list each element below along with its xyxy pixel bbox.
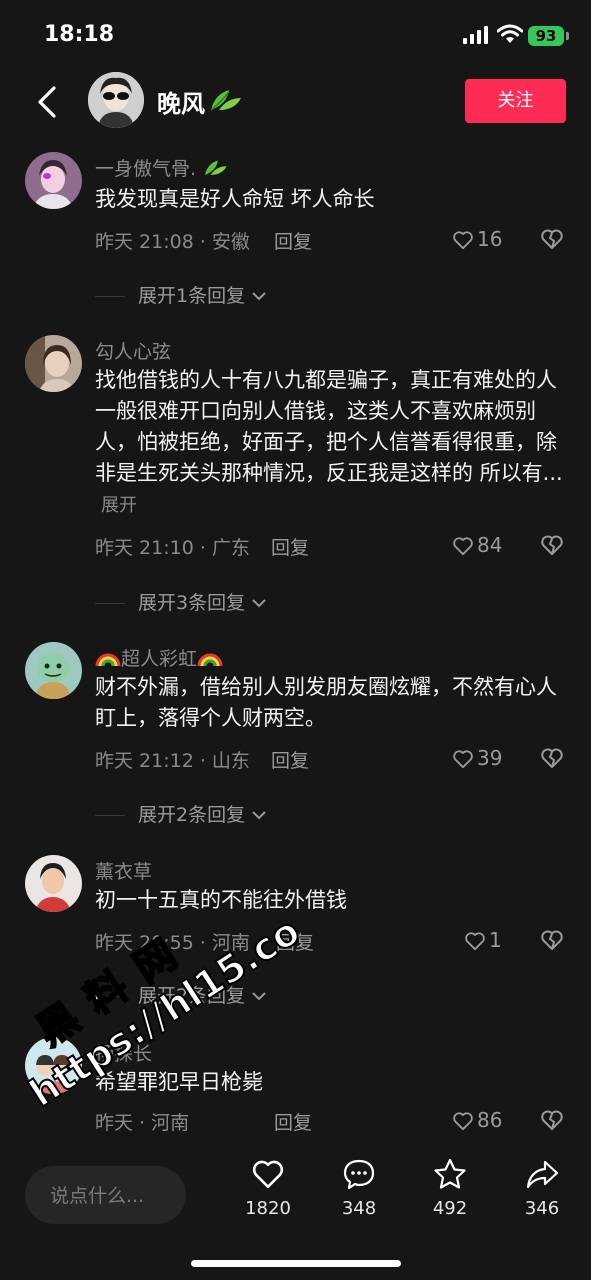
share-arrow-icon	[526, 1160, 559, 1189]
comment-input-placeholder: 说点什么...	[50, 1185, 145, 1207]
battery-tip	[566, 32, 569, 40]
comment-meta: 昨天 21:10 · 广东	[95, 537, 250, 559]
like-count: 84	[477, 533, 503, 557]
comment-meta: 昨天 21:12 · 山东	[95, 750, 250, 772]
heart-icon	[252, 1160, 284, 1189]
expand-replies[interactable]: 展开2条回复	[95, 981, 395, 1011]
reply-button[interactable]: 回复	[271, 746, 309, 773]
divider	[95, 296, 125, 297]
header: 晚风 关注	[0, 72, 591, 142]
favorite-action-button[interactable]: 492	[415, 1158, 485, 1219]
home-indicator	[191, 1260, 401, 1267]
commenter-name[interactable]: 一身傲气骨.	[95, 158, 196, 180]
chevron-down-icon	[252, 992, 266, 1001]
reply-button[interactable]: 回复	[276, 928, 314, 955]
chat-bubble-icon	[343, 1159, 375, 1190]
leaf-icon	[210, 90, 241, 111]
commenter-name[interactable]: 薰衣草	[95, 857, 152, 884]
comment-text: 找他借钱的人十有八九都是骗子，真正有难处的人一般很难开口向别人借钱，这类人不喜欢…	[95, 368, 563, 516]
heart-icon	[453, 1112, 473, 1131]
cellular-signal-icon	[463, 26, 488, 44]
wifi-icon	[497, 24, 523, 43]
like-button[interactable]: 39	[452, 746, 502, 770]
expand-text-button[interactable]: 展开	[101, 495, 137, 516]
commenter-name[interactable]: 扬探长	[95, 1039, 152, 1066]
reply-button[interactable]: 回复	[271, 533, 309, 560]
like-count: 16	[477, 227, 503, 251]
share-total: 346	[524, 1198, 560, 1219]
comment-meta: 昨天 · 河南	[95, 1112, 190, 1134]
like-button[interactable]: 84	[452, 533, 502, 557]
chevron-down-icon	[252, 292, 266, 301]
broken-heart-icon[interactable]	[540, 228, 564, 250]
like-count: 86	[477, 1108, 503, 1132]
share-action-button[interactable]: 346	[507, 1158, 577, 1219]
star-icon	[434, 1158, 466, 1189]
heart-icon	[453, 750, 473, 769]
chevron-down-icon	[252, 811, 266, 820]
comment-text: 财不外漏，借给别人别发朋友圈炫耀，不然有心人盯上，落得个人财两空。	[95, 675, 557, 730]
divider	[95, 815, 125, 816]
bottom-bar: 说点什么... 1820 348 492 346	[0, 1140, 591, 1280]
status-bar: 18:18 93	[0, 0, 591, 72]
broken-heart-icon[interactable]	[540, 747, 564, 769]
commenter-avatar[interactable]	[25, 642, 82, 699]
commenter-name[interactable]: 勾人心弦	[95, 337, 171, 364]
chevron-left-icon[interactable]	[30, 82, 66, 122]
broken-heart-icon[interactable]	[540, 1109, 564, 1131]
battery-indicator: 93	[528, 26, 564, 46]
comment-total: 348	[341, 1198, 377, 1219]
divider	[95, 603, 125, 604]
heart-icon	[465, 932, 485, 951]
rainbow-icon	[95, 653, 121, 667]
reply-button[interactable]: 回复	[274, 227, 312, 254]
status-time: 18:18	[44, 22, 115, 47]
comment-text: 我发现真是好人命短 坏人命长	[95, 187, 375, 211]
like-total: 1820	[245, 1198, 291, 1219]
broken-heart-icon[interactable]	[540, 534, 564, 556]
leaf-icon	[204, 160, 227, 175]
like-count: 1	[489, 928, 502, 952]
user-avatar[interactable]	[88, 72, 144, 128]
like-action-button[interactable]: 1820	[233, 1158, 303, 1219]
profile-name[interactable]: 晚风	[157, 84, 205, 119]
comment-text: 初一十五真的不能往外借钱	[95, 888, 347, 912]
commenter-name[interactable]: 超人彩虹	[121, 648, 197, 670]
favorite-total: 492	[432, 1198, 468, 1219]
heart-icon	[453, 231, 473, 250]
chevron-down-icon	[252, 599, 266, 608]
comment-meta: 昨天 20:55 · 河南	[95, 932, 250, 954]
reply-button[interactable]: 回复	[274, 1108, 312, 1135]
expand-replies[interactable]: 展开2条回复	[95, 800, 395, 830]
comment-meta: 昨天 21:08 · 安徽	[95, 231, 250, 253]
like-button[interactable]: 16	[452, 227, 502, 251]
commenter-avatar[interactable]	[25, 1037, 82, 1094]
commenter-avatar[interactable]	[25, 335, 82, 392]
heart-icon	[453, 537, 473, 556]
broken-heart-icon[interactable]	[540, 929, 564, 951]
like-button[interactable]: 86	[452, 1108, 502, 1132]
like-button[interactable]: 1	[464, 928, 502, 952]
comment-text: 希望罪犯早日枪毙	[95, 1070, 263, 1094]
comment-action-button[interactable]: 348	[324, 1158, 394, 1219]
expand-replies[interactable]: 展开3条回复	[95, 588, 395, 618]
rainbow-icon	[197, 653, 223, 667]
expand-replies[interactable]: 展开1条回复	[95, 281, 395, 311]
comment-input[interactable]: 说点什么...	[25, 1166, 186, 1224]
like-count: 39	[477, 746, 503, 770]
follow-button[interactable]: 关注	[465, 79, 566, 123]
divider	[95, 996, 125, 997]
commenter-avatar[interactable]	[25, 152, 82, 209]
commenter-avatar[interactable]	[25, 855, 82, 912]
